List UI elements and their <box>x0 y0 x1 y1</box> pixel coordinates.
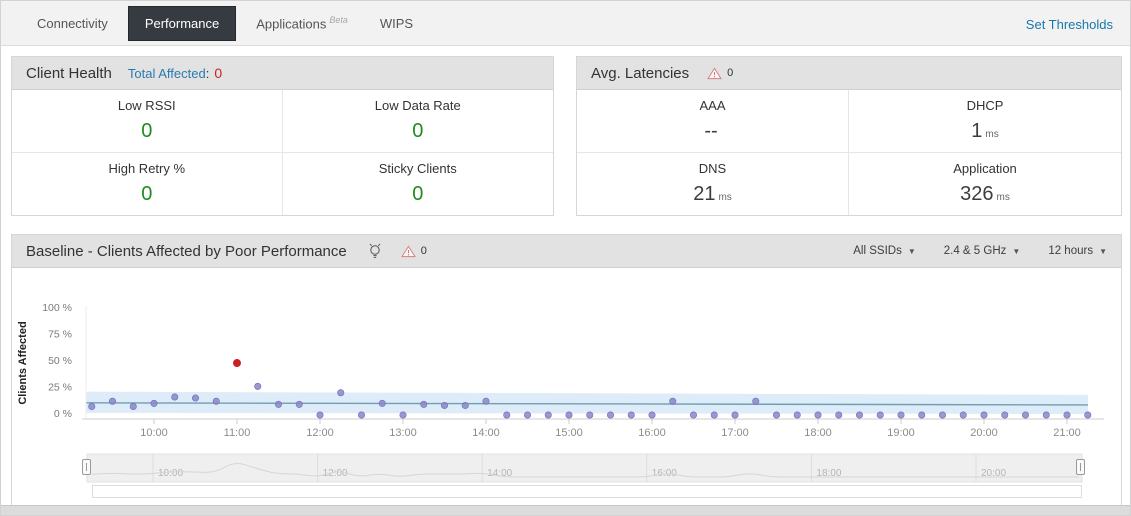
metric-dns: DNS 21 ms <box>577 152 849 215</box>
svg-text:0 %: 0 % <box>54 408 72 420</box>
chevron-down-icon: ▼ <box>1099 246 1107 256</box>
metric-value: 0 <box>412 183 424 206</box>
svg-text:11:00: 11:00 <box>224 427 251 439</box>
handle-grip-icon <box>86 463 87 471</box>
chevron-down-icon: ▼ <box>907 246 916 256</box>
tab-wips[interactable]: WIPS <box>364 7 429 40</box>
latency-alert-count: 0 <box>727 67 734 79</box>
svg-text:10:00: 10:00 <box>158 468 183 479</box>
svg-text:50 %: 50 % <box>48 355 72 367</box>
tab-connectivity[interactable]: Connectivity <box>21 7 124 40</box>
metric-low-data-rate: Low Data Rate 0 <box>282 90 553 153</box>
metric-label: Low Data Rate <box>374 98 461 114</box>
tab-performance[interactable]: Performance <box>127 5 237 41</box>
avg-latencies-panel: Avg. Latencies 0 AAA -- DHCP 1 ms DNS 21… <box>576 56 1122 216</box>
performance-dashboard: Connectivity Performance Applications Bet… <box>0 0 1131 516</box>
svg-text:18:00: 18:00 <box>804 427 832 439</box>
client-health-grid: Low RSSI 0 Low Data Rate 0 High Retry % … <box>12 90 553 215</box>
navigator-right-handle[interactable] <box>1076 459 1085 475</box>
scrollbar-track[interactable] <box>92 485 1082 498</box>
total-affected-link[interactable]: Total Affected <box>128 66 206 81</box>
handle-grip-icon <box>1080 463 1081 471</box>
client-health-header: Client Health Total Affected: 0 <box>12 57 553 90</box>
svg-text:15:00: 15:00 <box>555 427 583 439</box>
baseline-panel: Baseline - Clients Affected by Poor Perf… <box>11 234 1122 506</box>
baseline-chart[interactable]: 0 % 25 % 50 % 75 % 100 % Clients Affected 10:0… <box>12 268 1121 505</box>
avg-latencies-header: Avg. Latencies 0 <box>577 57 1121 90</box>
metric-value: 0 <box>141 120 153 143</box>
metric-label: Sticky Clients <box>378 161 457 177</box>
metric-value: 326 <box>960 183 994 206</box>
duration-filter-label: 12 hours <box>1048 245 1094 257</box>
metric-label: Low RSSI <box>117 98 176 114</box>
lightbulb-icon <box>369 243 381 258</box>
set-thresholds-link[interactable]: Set Thresholds <box>1026 17 1113 32</box>
metric-label: High Retry % <box>108 161 186 177</box>
svg-text:21:00: 21:00 <box>1053 427 1081 439</box>
metric-label: Application <box>953 161 1017 177</box>
client-health-panel: Client Health Total Affected: 0 Low RSSI… <box>11 56 554 216</box>
metric-high-retry: High Retry % 0 <box>12 152 283 215</box>
baseline-alert-count: 0 <box>420 245 427 257</box>
avg-latencies-grid: AAA -- DHCP 1 ms DNS 21 ms Application 326… <box>577 90 1121 215</box>
svg-text:13:00: 13:00 <box>389 427 417 439</box>
tips-button[interactable] <box>367 242 383 260</box>
svg-text:14:00: 14:00 <box>472 427 500 439</box>
tab-applications-label: Applications <box>256 16 327 32</box>
metric-label: AAA <box>699 98 726 114</box>
client-health-title: Client Health <box>26 64 112 82</box>
metric-application: Application 326 ms <box>849 153 1121 216</box>
chevron-down-icon: ▼ <box>1012 246 1021 256</box>
navigator-left-handle[interactable] <box>82 459 91 475</box>
chart-filters: All SSIDs ▼ 2.4 & 5 GHz ▼ 12 hours ▼ <box>853 245 1107 257</box>
svg-text:75 %: 75 % <box>48 329 72 341</box>
metric-value: -- <box>704 120 718 143</box>
metric-label: DHCP <box>966 98 1004 114</box>
total-affected-separator: : <box>205 65 210 81</box>
metric-sticky-clients: Sticky Clients 0 <box>283 153 554 216</box>
metric-value: 1 <box>971 120 983 143</box>
latency-alert: 0 <box>707 67 733 80</box>
baseline-alert: 0 <box>400 245 427 258</box>
svg-text:16:00: 16:00 <box>638 427 666 439</box>
baseline-header: Baseline - Clients Affected by Poor Perf… <box>12 235 1121 268</box>
metric-dhcp: DHCP 1 ms <box>849 90 1121 153</box>
svg-text:100 %: 100 % <box>42 302 72 314</box>
tab-applications[interactable]: Applications Beta <box>240 6 364 40</box>
svg-text:20:00: 20:00 <box>970 427 998 439</box>
metric-unit: ms <box>985 129 999 141</box>
svg-text:Clients Affected: Clients Affected <box>17 321 29 404</box>
metric-value: 0 <box>141 183 153 206</box>
ssid-filter-dropdown[interactable]: All SSIDs ▼ <box>853 245 916 257</box>
metric-unit: ms <box>718 192 732 204</box>
svg-text:25 %: 25 % <box>48 382 72 394</box>
ssid-filter-label: All SSIDs <box>853 245 902 257</box>
svg-text:12:00: 12:00 <box>306 427 334 439</box>
band-filter-dropdown[interactable]: 2.4 & 5 GHz ▼ <box>944 245 1021 257</box>
metric-value: 0 <box>412 120 424 143</box>
baseline-title: Baseline - Clients Affected by Poor Perf… <box>26 242 347 260</box>
metric-aaa: AAA -- <box>577 90 849 153</box>
metric-unit: ms <box>996 192 1010 204</box>
tab-bar: Connectivity Performance Applications Bet… <box>1 1 1130 46</box>
svg-text:10:00: 10:00 <box>140 427 168 439</box>
svg-text:19:00: 19:00 <box>887 427 915 439</box>
total-affected-value: 0 <box>214 65 223 81</box>
metric-low-rssi: Low RSSI 0 <box>12 90 283 153</box>
band-filter-label: 2.4 & 5 GHz <box>943 245 1007 257</box>
metric-value: 21 <box>693 183 716 206</box>
svg-text:17:00: 17:00 <box>721 427 749 439</box>
bottom-strip <box>1 505 1130 515</box>
svg-text:12:00: 12:00 <box>323 468 348 479</box>
warning-icon <box>400 245 416 257</box>
warning-icon <box>707 67 722 79</box>
duration-filter-dropdown[interactable]: 12 hours ▼ <box>1048 245 1107 257</box>
metric-label: DNS <box>698 161 727 177</box>
avg-latencies-title: Avg. Latencies <box>591 64 690 82</box>
beta-badge: Beta <box>329 14 348 25</box>
